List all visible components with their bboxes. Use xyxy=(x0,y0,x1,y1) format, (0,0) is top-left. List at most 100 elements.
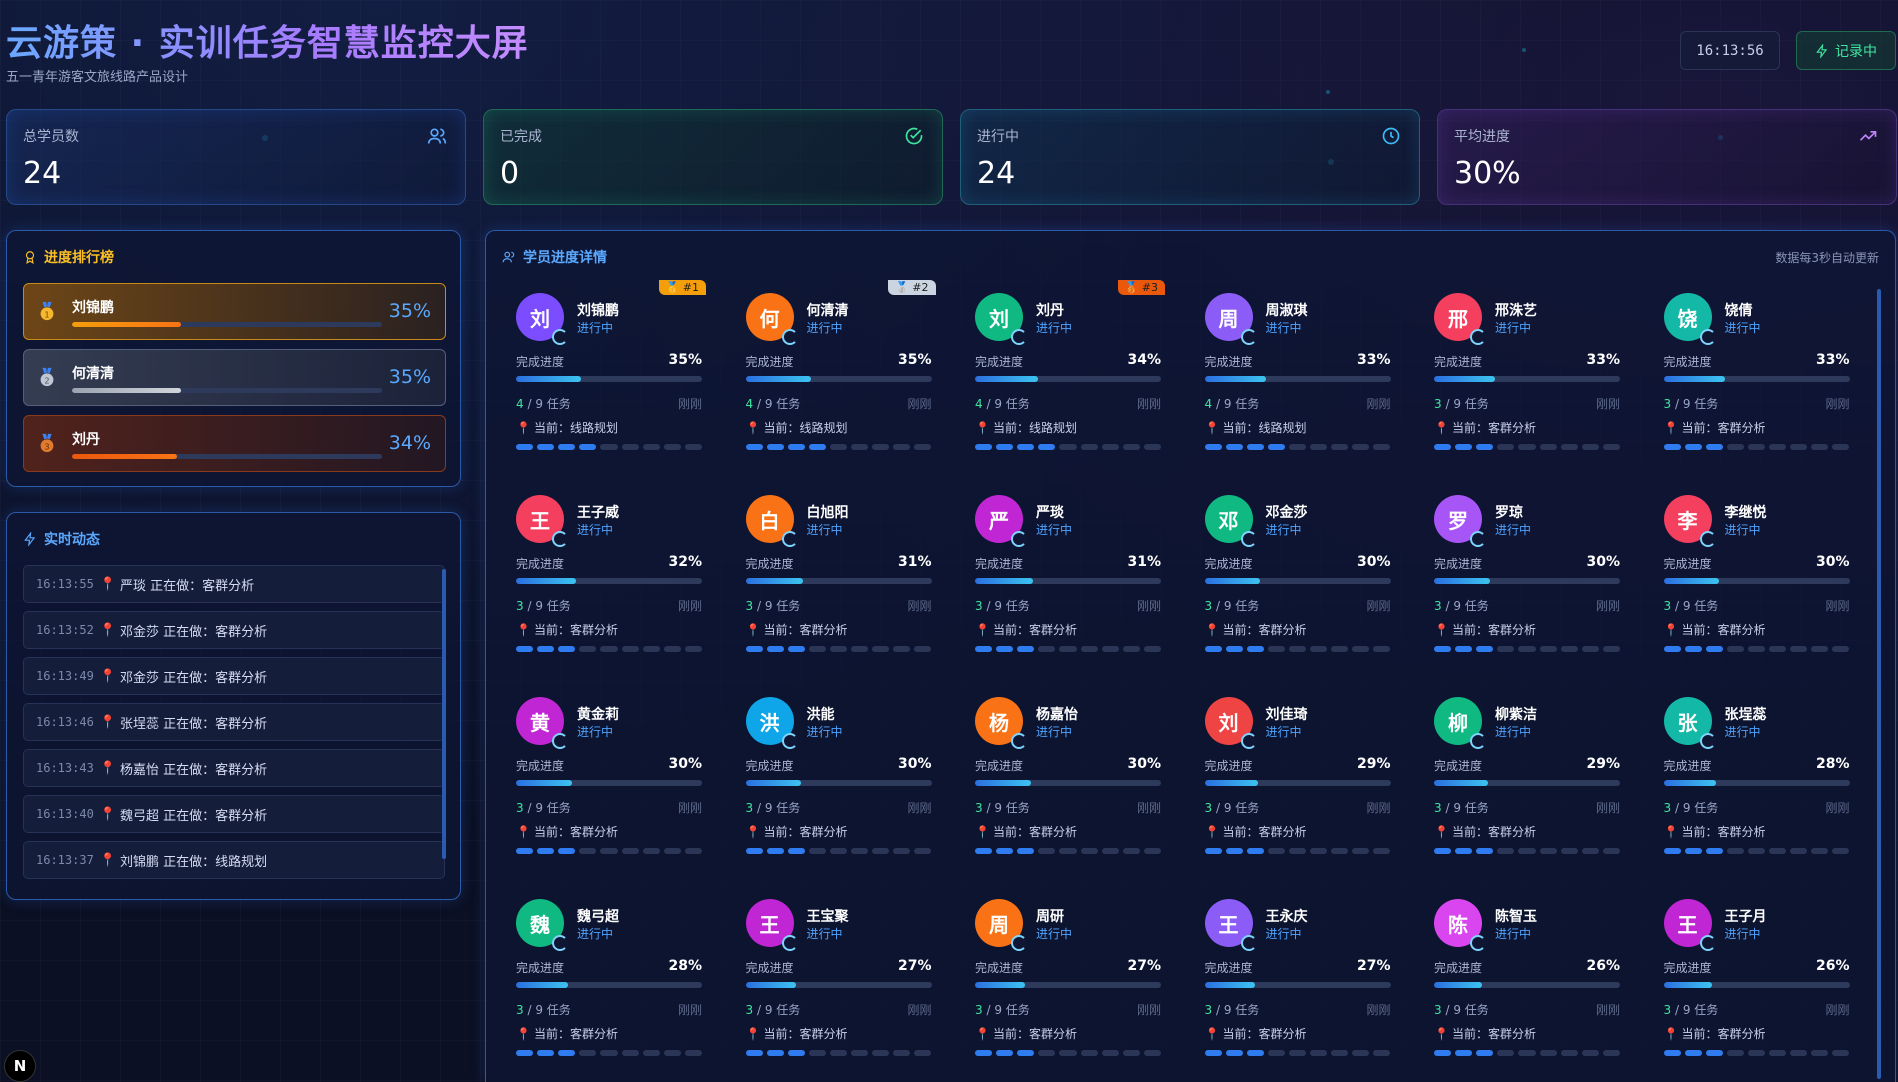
task-segment xyxy=(1017,646,1035,652)
student-card[interactable]: 白白旭阳 进行中 完成进度 31% 3 / 9 任务 刚刚 📍 当前：客群分析 xyxy=(745,486,932,656)
rank-item[interactable]: 1 刘锦鹏 35% xyxy=(23,283,446,340)
task-segments xyxy=(1663,1050,1850,1056)
task-segment xyxy=(745,444,763,450)
current-task: 📍 当前：客群分析 xyxy=(516,623,618,637)
student-status: 进行中 xyxy=(577,523,614,537)
student-card[interactable]: 邓邓金莎 进行中 完成进度 30% 3 / 9 任务 刚刚 📍 当前：客群分析 xyxy=(1204,486,1391,656)
task-segment xyxy=(808,848,826,854)
student-card[interactable]: 饶饶倩 进行中 完成进度 33% 3 / 9 任务 刚刚 📍 当前：客群分析 xyxy=(1663,284,1850,454)
student-status: 进行中 xyxy=(577,725,614,739)
task-segment xyxy=(975,646,993,652)
task-segment xyxy=(1267,444,1285,450)
nav-button[interactable]: N xyxy=(4,1050,36,1082)
rank-item[interactable]: 3 刘丹 34% xyxy=(23,415,446,472)
feed-time: 16:13:55 xyxy=(36,577,94,591)
student-card[interactable]: 黄黄金莉 进行中 完成进度 30% 3 / 9 任务 刚刚 📍 当前：客群分析 xyxy=(516,688,702,858)
task-segment xyxy=(851,444,869,450)
student-card[interactable]: 王王子月 进行中 完成进度 26% 3 / 9 任务 刚刚 📍 当前：客群分析 xyxy=(1663,890,1850,1060)
progress-value: 30% xyxy=(1586,554,1620,570)
student-card[interactable]: 柳柳紫洁 进行中 完成进度 29% 3 / 9 任务 刚刚 📍 当前：客群分析 xyxy=(1434,688,1620,858)
stat-value: 30% xyxy=(1454,156,1521,191)
task-segment xyxy=(1726,1050,1744,1056)
student-status: 进行中 xyxy=(1495,321,1532,335)
rank-item[interactable]: 2 何清清 35% xyxy=(23,349,446,406)
student-card[interactable]: 刘刘佳琦 进行中 完成进度 29% 3 / 9 任务 刚刚 📍 当前：客群分析 xyxy=(1204,688,1391,858)
student-status: 进行中 xyxy=(1724,523,1761,537)
task-segment xyxy=(1663,1050,1681,1056)
task-segment xyxy=(996,646,1014,652)
recording-button[interactable]: 记录中 xyxy=(1796,31,1896,70)
progress-value: 29% xyxy=(1356,756,1391,772)
student-card[interactable]: 王王宝聚 进行中 完成进度 27% 3 / 9 任务 刚刚 📍 当前：客群分析 xyxy=(745,890,932,1060)
task-segment xyxy=(1059,1050,1077,1056)
student-name: 邓金莎 xyxy=(1265,505,1308,521)
feed-scrollbar[interactable] xyxy=(442,569,446,859)
task-segment xyxy=(1705,1050,1723,1056)
task-segment xyxy=(1225,1050,1243,1056)
student-card[interactable]: 李李继悦 进行中 完成进度 30% 3 / 9 任务 刚刚 📍 当前：客群分析 xyxy=(1663,486,1850,656)
student-card[interactable]: 魏魏弓超 进行中 完成进度 28% 3 / 9 任务 刚刚 📍 当前：客群分析 xyxy=(516,890,702,1060)
task-segment xyxy=(1832,848,1850,854)
student-name: 白旭阳 xyxy=(806,505,849,521)
student-name: 张埕蕊 xyxy=(1724,707,1767,723)
task-segment xyxy=(684,1050,702,1056)
loading-ring-icon xyxy=(1470,733,1486,749)
current-task: 📍 当前：客群分析 xyxy=(1204,623,1307,637)
student-card[interactable]: 邢邢洙艺 进行中 完成进度 33% 3 / 9 任务 刚刚 📍 当前：客群分析 xyxy=(1434,284,1620,454)
progress-label: 完成进度 xyxy=(516,759,565,773)
task-segments xyxy=(1434,646,1620,652)
task-segment xyxy=(1832,1050,1850,1056)
detail-scrollbar[interactable] xyxy=(1877,289,1881,1079)
student-card[interactable]: 周周研 进行中 完成进度 27% 3 / 9 任务 刚刚 📍 当前：客群分析 xyxy=(975,890,1161,1060)
progress-label: 完成进度 xyxy=(975,355,1024,369)
pin-icon: 📍 xyxy=(975,1027,990,1041)
task-segment xyxy=(1143,1050,1161,1056)
student-card[interactable]: 罗罗琼 进行中 完成进度 30% 3 / 9 任务 刚刚 📍 当前：客群分析 xyxy=(1434,486,1620,656)
task-segment xyxy=(1331,1050,1349,1056)
task-segment xyxy=(1726,646,1744,652)
task-segment xyxy=(975,444,993,450)
student-card[interactable]: 王王永庆 进行中 完成进度 27% 3 / 9 任务 刚刚 📍 当前：客群分析 xyxy=(1204,890,1391,1060)
task-segment xyxy=(829,1050,848,1056)
student-card[interactable]: 周周淑琪 进行中 完成进度 33% 4 / 9 任务 刚刚 📍 当前：线路规划 xyxy=(1204,284,1391,454)
task-segment xyxy=(1204,848,1222,854)
student-card[interactable]: 陈陈智玉 进行中 完成进度 26% 3 / 9 任务 刚刚 📍 当前：客群分析 xyxy=(1434,890,1620,1060)
student-card[interactable]: 王王子威 进行中 完成进度 32% 3 / 9 任务 刚刚 📍 当前：客群分析 xyxy=(516,486,702,656)
task-segment xyxy=(745,646,763,652)
task-segment xyxy=(1246,1050,1264,1056)
current-task: 📍 当前：客群分析 xyxy=(516,825,618,839)
update-time: 刚刚 xyxy=(1825,397,1850,411)
update-time: 刚刚 xyxy=(907,1003,932,1017)
stat-value: 0 xyxy=(500,156,520,191)
task-segment xyxy=(1101,444,1119,450)
student-card[interactable]: 🥇 #1 刘刘锦鹏 进行中 完成进度 35% 4 / 9 任务 刚刚 📍 当前：线路规划 xyxy=(516,280,706,454)
loading-ring-icon xyxy=(1240,733,1257,749)
student-card[interactable]: 张张埕蕊 进行中 完成进度 28% 3 / 9 任务 刚刚 📍 当前：客群分析 xyxy=(1663,688,1850,858)
student-card[interactable]: 🥉 #3 刘刘丹 进行中 完成进度 34% 4 / 9 任务 刚刚 📍 当前：线路规划 xyxy=(975,280,1165,454)
progress-value: 32% xyxy=(668,554,702,570)
student-card[interactable]: 杨杨嘉怡 进行中 完成进度 30% 3 / 9 任务 刚刚 📍 当前：客群分析 xyxy=(975,688,1161,858)
task-segment xyxy=(642,646,660,652)
task-segments xyxy=(975,646,1161,652)
loading-ring-icon xyxy=(781,531,798,547)
award-icon xyxy=(25,251,35,264)
trending-up-icon xyxy=(1859,131,1877,141)
feed-list[interactable]: 16:13:55 📍 严琰 正在做：客群分析 16:13:52 📍 邓金莎 正在做：客群分… xyxy=(23,565,445,890)
student-card[interactable]: 洪洪能 进行中 完成进度 30% 3 / 9 任务 刚刚 📍 当前：客群分析 xyxy=(745,688,932,858)
task-segment xyxy=(787,848,805,854)
task-segment xyxy=(829,646,848,652)
stat-card-total: 总学员数 24 xyxy=(6,109,466,205)
feed-item: 16:13:55 📍 严琰 正在做：客群分析 xyxy=(23,565,445,603)
task-segment xyxy=(621,646,639,652)
student-card[interactable]: 严严琰 进行中 完成进度 31% 3 / 9 任务 刚刚 📍 当前：客群分析 xyxy=(975,486,1161,656)
student-card[interactable]: 🥈 #2 何何清清 进行中 完成进度 35% 4 / 9 任务 刚刚 📍 当前：线路规划 xyxy=(745,280,936,454)
task-count: 3 / 9 任务 xyxy=(745,599,801,613)
progress-label: 完成进度 xyxy=(1204,355,1253,369)
task-segment xyxy=(1122,444,1140,450)
task-segment xyxy=(1080,1050,1098,1056)
task-count: 3 / 9 任务 xyxy=(516,801,571,815)
loading-ring-icon xyxy=(1240,531,1257,547)
pin-icon: 📍 xyxy=(1663,825,1679,839)
task-segment xyxy=(914,444,932,450)
progress-label: 完成进度 xyxy=(975,961,1024,975)
